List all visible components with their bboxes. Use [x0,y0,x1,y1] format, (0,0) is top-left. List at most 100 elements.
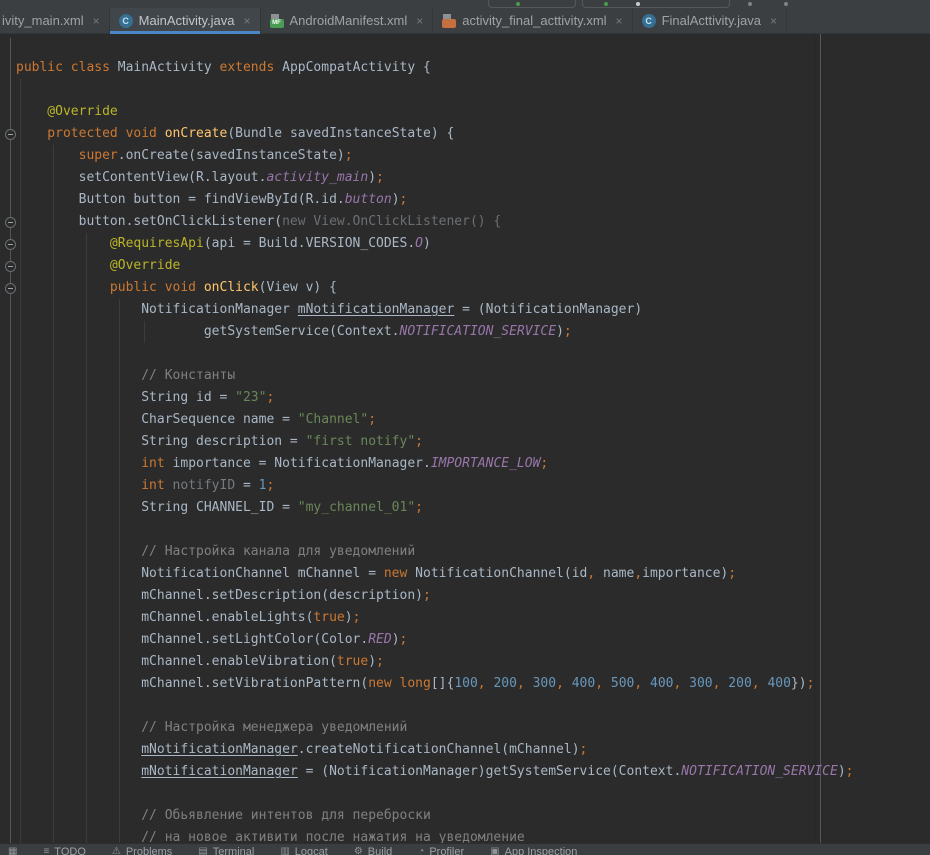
class-file-icon: C [119,14,133,28]
file-badge-icon: MF [270,19,284,28]
code-line: Button button = findViewById(R.id.button… [16,189,854,211]
file-corner-icon [271,14,279,19]
code-line: mChannel.enableVibration(true); [16,651,854,673]
statusbar-item-logcat[interactable]: ▥ Logcat [280,846,327,855]
code-line [16,519,854,541]
main-toolbar-partial [0,0,930,8]
code-line: int notifyID = 1; [16,475,854,497]
close-icon[interactable]: × [93,14,100,28]
statusbar-item-profiler[interactable]: ◔ Profiler [418,846,464,855]
close-icon[interactable]: × [243,14,250,28]
code-line: setContentView(R.layout.activity_main); [16,167,854,189]
statusbar-item-label: Logcat [295,846,328,855]
statusbar-item-terminal[interactable]: ▤ Terminal [198,846,254,855]
code-line: public class MainActivity extends AppCom… [16,57,854,79]
tool-window-icon: ▦ [8,846,17,855]
manifest-file-icon: MF [270,14,284,28]
fold-marker-icon[interactable] [5,261,16,272]
tab-androidmanifest-xml[interactable]: MF AndroidManifest.xml × [261,8,434,33]
code-line: mNotificationManager.createNotificationC… [16,739,854,761]
code-line: getSystemService(Context.NOTIFICATION_SE… [16,321,854,343]
statusbar-item-label: Profiler [429,846,464,855]
file-corner-icon [443,14,451,19]
problems-icon: ⚠ [112,846,121,855]
toolbar-button-group[interactable] [488,0,576,8]
code-line [16,783,854,805]
run-icon[interactable] [516,2,520,6]
code-line: @Override [16,255,854,277]
code-line: // Настройка канала для уведомлений [16,541,854,563]
class-file-icon: C [642,14,656,28]
code-line: protected void onCreate(Bundle savedInst… [16,123,854,145]
editor[interactable]: public class MainActivity extends AppCom… [0,34,930,843]
tab-label: AndroidManifest.xml [290,13,408,28]
statusbar-item-todo[interactable]: ≡ TODO [43,846,85,855]
app-inspection-icon: ▣ [490,846,499,855]
tab-label: MainActivity.java [139,13,235,28]
todo-icon: ≡ [43,846,49,855]
code-line [16,695,854,717]
code-line: int importance = NotificationManager.IMP… [16,453,854,475]
code-line: button.setOnClickListener(new View.OnCli… [16,211,854,233]
tab-label: FinalActtivity.java [662,13,761,28]
statusbar-item-build[interactable]: ⚙ Build [354,846,392,855]
code-line: mChannel.setVibrationPattern(new long[]{… [16,673,854,695]
statusbar-item-label: Build [368,846,392,855]
profiler-icon: ◔ [418,846,424,855]
statusbar-item-label: TODO [54,846,86,855]
file-badge-icon [442,19,456,28]
code-line: // Настройка менеджера уведомлений [16,717,854,739]
code-line: String description = "first notify"; [16,431,854,453]
code-line: NotificationManager mNotificationManager… [16,299,854,321]
tab-label: ivity_main.xml [2,13,84,28]
code-line: @Override [16,101,854,123]
close-icon[interactable]: × [416,14,423,28]
tab-bar: ivity_main.xml × C MainActivity.java × MF Andr… [0,8,930,34]
tab-label: activity_final_acttivity.xml [462,13,606,28]
fold-marker-icon[interactable] [5,283,16,294]
code-line: CharSequence name = "Channel"; [16,409,854,431]
tab-mainactivity-java[interactable]: C MainActivity.java × [110,8,261,33]
tab-ivity-main-xml[interactable]: ivity_main.xml × [0,8,110,33]
code-line: mChannel.setDescription(description); [16,585,854,607]
gutter-fold-line [10,38,11,843]
statusbar-item-app-inspection[interactable]: ▣ App Inspection [490,846,577,855]
code-line: // на новое активити после нажатия на ув… [16,827,854,843]
tab-finalacttivity-java[interactable]: C FinalActtivity.java × [633,8,787,33]
code-line: String id = "23"; [16,387,854,409]
code-line: mNotificationManager = (NotificationMana… [16,761,854,783]
close-icon[interactable]: × [770,14,777,28]
code-line: // Обьявление интентов для переброски [16,805,854,827]
terminal-icon: ▤ [198,846,207,855]
code-area[interactable]: public class MainActivity extends AppCom… [16,57,854,843]
fold-marker-icon[interactable] [5,217,16,228]
code-line [16,343,854,365]
fold-marker-icon[interactable] [5,239,16,250]
code-line: mChannel.setLightColor(Color.RED); [16,629,854,651]
code-line: // Константы [16,365,854,387]
layout-file-icon [442,14,456,28]
logcat-icon: ▥ [280,846,289,855]
statusbar-item-problems[interactable]: ⚠ Problems [112,846,172,855]
statusbar-item-label: App Inspection [505,846,578,855]
run-icon[interactable] [604,2,608,6]
code-line: super.onCreate(savedInstanceState); [16,145,854,167]
code-line: NotificationChannel mChannel = new Notif… [16,563,854,585]
code-line: String CHANNEL_ID = "my_channel_01"; [16,497,854,519]
statusbar-item-label: Terminal [213,846,255,855]
statusbar-item[interactable]: ▦ [8,846,17,855]
toolbar-icon[interactable] [784,2,788,6]
code-line: @RequiresApi(api = Build.VERSION_CODES.O… [16,233,854,255]
statusbar-item-label: Problems [126,846,172,855]
code-line: public void onClick(View v) { [16,277,854,299]
toolbar-icon[interactable] [748,2,752,6]
active-tab-underline [110,31,260,34]
fold-marker-icon[interactable] [5,129,16,140]
toolbar-icon[interactable] [636,2,640,6]
build-icon: ⚙ [354,846,363,855]
tool-window-bar: ▦ ≡ TODO ⚠ Problems ▤ Terminal ▥ Logcat ⚙ Build ◔ Pr… [0,843,930,855]
code-line [16,79,854,101]
tab-activity-final-acttivity-xml[interactable]: activity_final_acttivity.xml × [433,8,632,33]
code-line: mChannel.enableLights(true); [16,607,854,629]
close-icon[interactable]: × [616,14,623,28]
